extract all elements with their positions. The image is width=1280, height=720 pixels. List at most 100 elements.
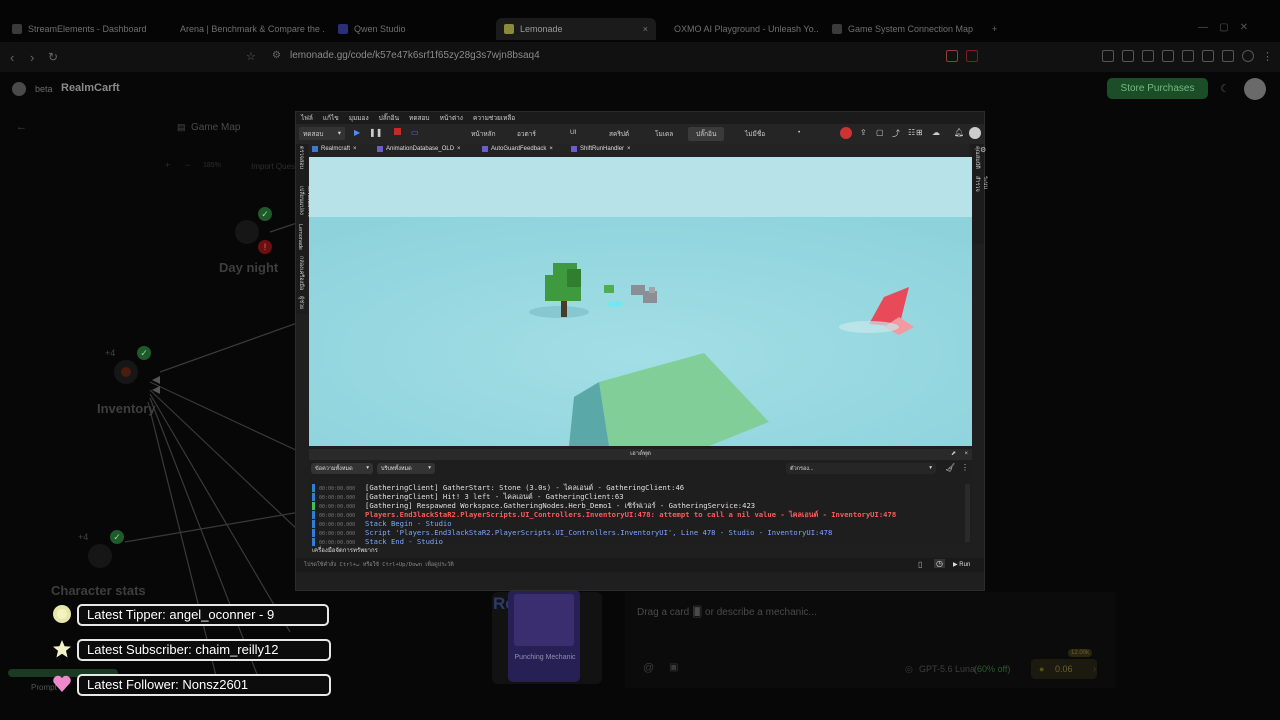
close-tab-icon[interactable]: × [643, 24, 648, 34]
extension-icon[interactable] [946, 50, 958, 62]
reload-icon[interactable]: ↻ [48, 50, 58, 64]
doc-tab-realmcraft[interactable]: Realmcraft × [312, 146, 357, 152]
menu-plugins[interactable]: ปลั๊กอิน [379, 113, 399, 123]
log-line[interactable]: 00:00:00.000 Stack Begin - Studio [309, 519, 452, 528]
browser-tab[interactable]: Game System Connection Map [832, 18, 982, 40]
bell-icon[interactable]: 🔔︎ [954, 128, 964, 137]
bookmark-icon[interactable]: ☆ [246, 50, 256, 63]
composer-input[interactable]: Drag a card 🂠 or describe a mechanic... [637, 607, 817, 618]
image-icon[interactable]: ▣ [669, 662, 678, 673]
tab-home[interactable]: หน้าหลัก [471, 129, 496, 139]
back-icon[interactable]: ‹ [10, 50, 14, 65]
history-icon[interactable]: ◷ [934, 559, 945, 568]
browser-tab[interactable]: Arena | Benchmark & Compare the ... [174, 18, 324, 40]
url-text[interactable]: lemonade.gg/code/k57e47k6srf1f65zy28g3s7… [290, 50, 540, 61]
bookmark-icon[interactable]: ▯ [918, 560, 922, 569]
wallet-icon[interactable] [1202, 50, 1214, 62]
cloud-icon[interactable]: ☁ [932, 128, 940, 137]
sidebar-icon[interactable] [1182, 50, 1194, 62]
profile-icon[interactable] [969, 127, 981, 139]
tab-untitled[interactable]: ไม่มีชื่อ [745, 129, 765, 139]
close-icon[interactable]: × [457, 146, 461, 152]
tab-script[interactable]: สคริปต์ [609, 129, 629, 139]
browser-tab[interactable]: StreamElements - Dashboard [12, 18, 162, 40]
grid-icon[interactable]: ⊞ [916, 128, 923, 137]
theme-toggle-icon[interactable]: ☾ [1220, 82, 1230, 95]
forward-icon[interactable]: › [30, 50, 34, 65]
chat-icon[interactable]: ▢ [876, 128, 884, 137]
share-link-icon[interactable]: ⤴ [892, 128, 900, 139]
model-selector[interactable]: GPT-5.6 Luna [919, 664, 975, 674]
dock-tab-properties[interactable]: คุณสมบัติ [973, 146, 981, 174]
character-stats-node-icon[interactable] [88, 544, 112, 568]
stop-icon[interactable] [394, 128, 401, 135]
tab-avatar[interactable]: อวตาร์ [517, 129, 536, 139]
tab-favicon-icon [504, 24, 514, 34]
message-filter-dropdown[interactable]: ข้อความทั้งหมด ▾ [311, 463, 373, 474]
browser-tab[interactable]: Qwen Studio [338, 18, 488, 40]
day-night-node-icon[interactable] [235, 220, 259, 244]
log-line[interactable]: 00:00:00.000 Script 'Players.End3lackStaR… [309, 528, 832, 537]
doc-tab-shiftrunhandler[interactable]: ShiftRunHandler × [571, 146, 631, 152]
menu-file[interactable]: ไฟล์ [301, 113, 313, 123]
window-controls[interactable]: — ▢ ✕ [1198, 22, 1248, 33]
dock-tab-test[interactable]: ตรวจสอบ [297, 146, 305, 184]
doc-tab-animationdatabase[interactable]: AnimationDatabase_OLD × [377, 146, 461, 152]
close-icon[interactable]: × [549, 146, 553, 152]
tab-plugins[interactable]: ปลั๊กอิน [688, 127, 725, 141]
output-panel: ข้อความทั้งหมด ▾ บริบททั้งหมด ▾ ตัวกรอง.… [309, 460, 972, 546]
popout-icon[interactable]: ⬈ [951, 449, 956, 460]
play-icon[interactable]: ▶ [354, 128, 360, 137]
media-icon[interactable] [1162, 50, 1174, 62]
shield-icon[interactable] [1222, 50, 1234, 62]
node-label-day-night[interactable]: Day night [219, 260, 278, 275]
new-tab-button[interactable]: + [992, 18, 1004, 40]
command-input[interactable]: โปรดใช้คำสั่ง Ctrl+↵ หรือใช้ Ctrl+Up/Dow… [304, 561, 454, 569]
clear-icon[interactable]: 🧹︎ [945, 463, 955, 472]
scrollbar[interactable] [965, 484, 970, 542]
game-viewport[interactable] [309, 157, 972, 446]
tab-model[interactable]: โมเดล [655, 129, 673, 139]
extensions-icon[interactable] [1122, 50, 1134, 62]
collab-icon[interactable]: ☷ [908, 128, 915, 137]
menu-icon[interactable]: ⋮ [1262, 50, 1273, 63]
node-label-inventory[interactable]: Inventory [97, 401, 156, 416]
menu-view[interactable]: มุมมอง [349, 113, 369, 123]
menu-test[interactable]: ทดสอบ [409, 113, 430, 123]
close-icon[interactable]: × [353, 146, 357, 152]
node-label-character-stats[interactable]: Character stats [51, 583, 146, 598]
avatar-icon[interactable] [840, 127, 852, 139]
avatar[interactable] [1244, 78, 1266, 100]
profile-icon[interactable] [1242, 50, 1254, 62]
mode-select[interactable]: ทดสอบ ▾ [299, 127, 345, 140]
output-search-input[interactable]: ตัวกรอง... ▾ [786, 463, 936, 474]
tab-ui[interactable]: UI [570, 129, 577, 136]
share-icon[interactable]: ⇪ [860, 128, 867, 137]
site-info-icon[interactable]: ⚙ [272, 50, 281, 61]
store-purchases-button[interactable]: Store Purchases [1107, 78, 1208, 99]
extension-icon[interactable] [1102, 50, 1114, 62]
browser-tab-active[interactable]: Lemonade × [496, 18, 656, 40]
run-button[interactable]: ▶ Run [953, 561, 970, 568]
screen-icon[interactable]: ▭ [411, 128, 419, 137]
close-icon[interactable]: × [964, 449, 968, 460]
mention-icon[interactable]: @ [643, 662, 654, 674]
download-icon[interactable] [1142, 50, 1154, 62]
menu-window[interactable]: หน้าต่าง [440, 113, 463, 123]
doc-tab-autoguardfeedback[interactable]: AutoGuardFeedback × [482, 146, 553, 152]
menu-help[interactable]: ความช่วยเหลือ [473, 113, 515, 123]
send-icon[interactable]: › [1093, 664, 1096, 675]
extension-icon[interactable] [966, 50, 978, 62]
dock-tab-lemonade[interactable]: Lemonade [297, 224, 303, 254]
tab-more[interactable]: • [798, 129, 800, 136]
pause-icon[interactable]: ❚❚ [369, 128, 382, 137]
context-filter-dropdown[interactable]: บริบททั้งหมด ▾ [377, 463, 435, 474]
menu-edit[interactable]: แก้ไข [323, 113, 339, 123]
browser-tab[interactable]: OXMO AI Playground - Unleash Yo... [668, 18, 818, 40]
more-icon[interactable]: ⋮ [961, 463, 969, 472]
asset-manager-label[interactable]: เครื่องมือจัดการทรัพยากร [312, 545, 378, 555]
dock-tab-explorer[interactable]: ระบบสำรวจ [973, 176, 989, 204]
dock-tab-toolbox[interactable]: กล่องเครื่องมือ [297, 256, 305, 294]
dock-tab-assistant[interactable]: ผู้ช่วย [297, 296, 305, 314]
close-icon[interactable]: × [627, 146, 631, 152]
